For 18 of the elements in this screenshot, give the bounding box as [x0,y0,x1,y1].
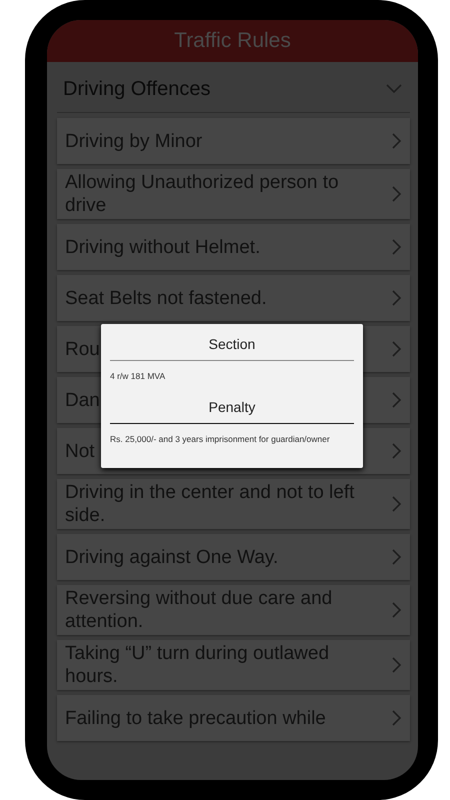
chevron-down-icon [386,84,402,94]
app-title: Traffic Rules [174,29,291,53]
chevron-right-icon [392,133,402,149]
chevron-right-icon [392,549,402,565]
dialog-heading: Penalty [110,395,354,424]
chevron-right-icon [392,657,402,673]
dialog-heading: Section [110,332,354,361]
chevron-right-icon [392,496,402,512]
chevron-right-icon [392,341,402,357]
dialog-text: Rs. 25,000/- and 3 years imprisonment for guardian/owner [110,433,331,446]
chevron-right-icon [392,710,402,726]
chevron-right-icon [392,239,402,255]
chevron-right-icon [392,602,402,618]
chevron-right-icon [392,290,402,306]
chevron-right-icon [392,392,402,408]
chevron-right-icon [392,443,402,459]
chevron-right-icon [392,186,402,202]
dialog-text: 4 r/w 181 MVA [110,370,166,383]
